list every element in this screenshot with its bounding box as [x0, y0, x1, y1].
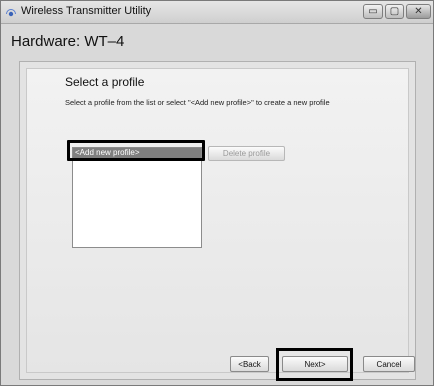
wireless-icon — [5, 5, 17, 17]
app-window: Wireless Transmitter Utility ▭ ▢ ✕ Hardw… — [0, 0, 434, 386]
close-button[interactable]: ✕ — [406, 4, 431, 19]
minimize-icon: ▭ — [368, 5, 378, 17]
highlight-next-button — [276, 348, 353, 381]
maximize-icon: ▢ — [389, 5, 400, 17]
back-button[interactable]: <Back — [230, 356, 269, 372]
highlight-add-new-profile — [67, 140, 205, 161]
window-title: Wireless Transmitter Utility — [21, 5, 152, 17]
page-heading: Select a profile — [65, 75, 145, 89]
hardware-label: Hardware: WT–4 — [11, 33, 125, 50]
cancel-button[interactable]: Cancel — [363, 356, 415, 372]
page-description: Select a profile from the list or select… — [65, 98, 330, 107]
minimize-button[interactable]: ▭ — [363, 4, 383, 19]
title-bar: Wireless Transmitter Utility ▭ ▢ ✕ — [1, 1, 433, 24]
close-icon: ✕ — [414, 5, 423, 17]
delete-profile-button[interactable]: Delete profile — [208, 146, 285, 161]
maximize-button[interactable]: ▢ — [385, 4, 404, 19]
profile-list[interactable]: <Add new profile> — [72, 147, 202, 248]
